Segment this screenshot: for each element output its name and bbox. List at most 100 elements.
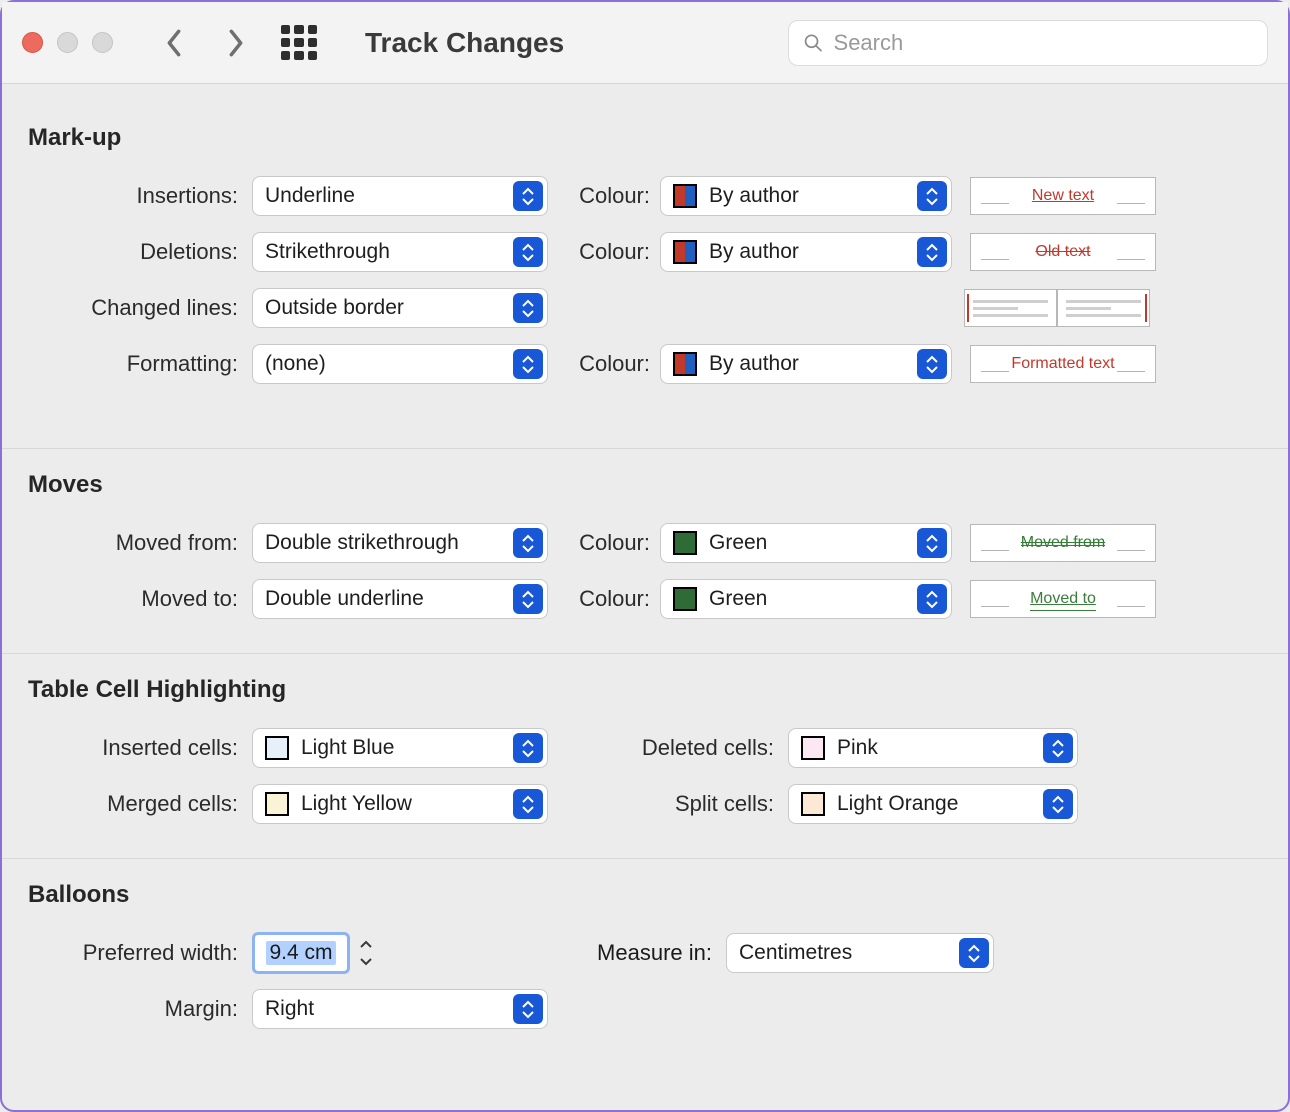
section-divider (2, 448, 1288, 449)
chevron-updown-icon (513, 528, 543, 558)
author-colour-swatch-icon (673, 184, 697, 208)
moved-from-colour-label: Colour: (554, 530, 660, 556)
chevron-updown-icon (513, 994, 543, 1024)
section-divider (2, 653, 1288, 654)
chevron-updown-icon (513, 237, 543, 267)
measure-in-select[interactable]: Centimetres (726, 933, 994, 973)
search-input[interactable] (834, 30, 1253, 56)
inserted-cells-select[interactable]: Light Blue (252, 728, 548, 768)
deleted-cells-label: Deleted cells: (588, 735, 788, 761)
changed-lines-select-value: Outside border (265, 296, 404, 320)
moved-to-preview: Moved to (970, 580, 1156, 618)
insertions-select[interactable]: Underline (252, 176, 548, 216)
formatting-label: Formatting: (28, 351, 252, 377)
deletions-colour-select[interactable]: By author (660, 232, 952, 272)
forward-button[interactable] (211, 23, 261, 63)
changed-lines-label: Changed lines: (28, 295, 252, 321)
changed-lines-preview (964, 289, 1150, 327)
moved-to-select[interactable]: Double underline (252, 579, 548, 619)
chevron-updown-icon (513, 349, 543, 379)
insertions-colour-value: By author (709, 184, 799, 208)
stepper-down-button[interactable] (356, 954, 376, 970)
moved-to-colour-select[interactable]: Green (660, 579, 952, 619)
zoom-window-button[interactable] (92, 32, 113, 53)
formatting-colour-label: Colour: (554, 351, 660, 377)
measure-in-value: Centimetres (739, 941, 852, 965)
moved-from-select-value: Double strikethrough (265, 531, 459, 555)
close-window-button[interactable] (22, 32, 43, 53)
deletions-colour-value: By author (709, 240, 799, 264)
inserted-cells-label: Inserted cells: (28, 735, 252, 761)
formatting-select[interactable]: (none) (252, 344, 548, 384)
moved-to-colour-value: Green (709, 587, 767, 611)
stepper-up-button[interactable] (356, 936, 376, 952)
preferred-width-value: 9.4 cm (266, 941, 335, 965)
insertions-preview: New text (970, 177, 1156, 215)
deletions-select[interactable]: Strikethrough (252, 232, 548, 272)
chevron-updown-icon (1043, 789, 1073, 819)
window-traffic-lights (22, 32, 113, 53)
merged-cells-label: Merged cells: (28, 791, 252, 817)
moved-to-colour-label: Colour: (554, 586, 660, 612)
changed-lines-select[interactable]: Outside border (252, 288, 548, 328)
formatting-colour-select[interactable]: By author (660, 344, 952, 384)
insertions-label: Insertions: (28, 183, 252, 209)
show-all-icon[interactable] (281, 25, 317, 61)
formatting-select-value: (none) (265, 352, 326, 376)
insertions-colour-select[interactable]: By author (660, 176, 952, 216)
deletions-colour-label: Colour: (554, 239, 660, 265)
deleted-cells-value: Pink (837, 736, 878, 760)
split-cells-value: Light Orange (837, 792, 958, 816)
moved-to-preview-text: Moved to (1030, 590, 1096, 608)
lightyellow-swatch-icon (265, 792, 289, 816)
chevron-updown-icon (513, 181, 543, 211)
deletions-label: Deletions: (28, 239, 252, 265)
deletions-preview-text: Old text (1035, 243, 1090, 261)
minimize-window-button[interactable] (57, 32, 78, 53)
chevron-updown-icon (513, 293, 543, 323)
lightorange-swatch-icon (801, 792, 825, 816)
formatting-colour-value: By author (709, 352, 799, 376)
deletions-select-value: Strikethrough (265, 240, 390, 264)
pink-swatch-icon (801, 736, 825, 760)
inserted-cells-value: Light Blue (301, 736, 394, 760)
measure-in-label: Measure in: (586, 940, 726, 966)
lightblue-swatch-icon (265, 736, 289, 760)
formatting-preview-text: Formatted text (1011, 355, 1114, 373)
deleted-cells-select[interactable]: Pink (788, 728, 1078, 768)
moved-from-colour-select[interactable]: Green (660, 523, 952, 563)
section-divider (2, 858, 1288, 859)
search-icon (803, 32, 824, 54)
insertions-colour-label: Colour: (554, 183, 660, 209)
chevron-updown-icon (917, 349, 947, 379)
chevron-updown-icon (513, 733, 543, 763)
moved-from-label: Moved from: (28, 530, 252, 556)
margin-select[interactable]: Right (252, 989, 548, 1029)
formatting-preview: Formatted text (970, 345, 1156, 383)
moved-from-preview-text: Moved from (1021, 534, 1105, 552)
moved-to-select-value: Double underline (265, 587, 424, 611)
markup-section-title: Mark-up (28, 124, 1262, 152)
back-button[interactable] (149, 23, 199, 63)
preferred-width-stepper: 9.4 cm (252, 932, 376, 974)
balloons-section-title: Balloons (28, 881, 1262, 909)
insertions-preview-text: New text (1032, 187, 1094, 205)
search-field-wrap[interactable] (788, 20, 1268, 66)
insertions-select-value: Underline (265, 184, 355, 208)
author-colour-swatch-icon (673, 352, 697, 376)
moved-from-select[interactable]: Double strikethrough (252, 523, 548, 563)
margin-select-value: Right (265, 997, 314, 1021)
moves-section-title: Moves (28, 471, 1262, 499)
chevron-updown-icon (917, 237, 947, 267)
deletions-preview: Old text (970, 233, 1156, 271)
preferred-width-label: Preferred width: (28, 940, 252, 966)
moved-from-colour-value: Green (709, 531, 767, 555)
moved-to-label: Moved to: (28, 586, 252, 612)
chevron-updown-icon (1043, 733, 1073, 763)
split-cells-select[interactable]: Light Orange (788, 784, 1078, 824)
split-cells-label: Split cells: (588, 791, 788, 817)
merged-cells-select[interactable]: Light Yellow (252, 784, 548, 824)
preferred-width-input[interactable]: 9.4 cm (252, 932, 350, 974)
table-highlight-section-title: Table Cell Highlighting (28, 676, 1262, 704)
toolbar: Track Changes (2, 2, 1288, 84)
